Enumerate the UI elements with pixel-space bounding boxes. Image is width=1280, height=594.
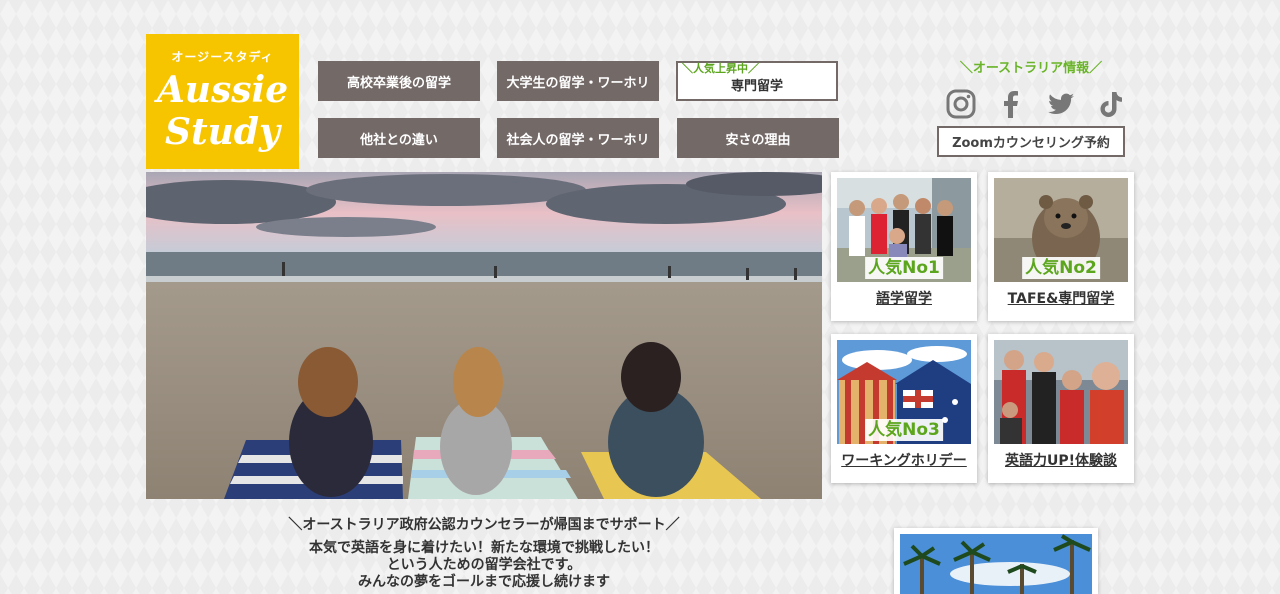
- card-title: 語学留学: [876, 291, 932, 307]
- intro-text: 本気で英語を身に着けたい！新たな環境で挑戦したい！ という人ための留学会社です。…: [146, 540, 822, 591]
- nav-label: 高校卒業後の留学: [346, 75, 451, 91]
- intro-line: みんなの夢をゴールまで応援し続けます: [358, 574, 610, 590]
- site-logo[interactable]: オージースタディ Aussie Study: [146, 34, 299, 169]
- nav-difference[interactable]: 他社との違い: [318, 118, 480, 158]
- card-working-holiday[interactable]: 人気No3 ワーキングホリデー: [831, 334, 977, 483]
- nav-label: 安さの理由: [725, 132, 791, 148]
- nav-university-student[interactable]: 大学生の留学・ワーホリ: [497, 61, 659, 101]
- card-title: ワーキングホリデー: [841, 453, 967, 469]
- bottom-banner-card[interactable]: [894, 528, 1098, 594]
- logo-word-study: Study: [165, 111, 280, 153]
- hero-beach-image: [146, 172, 822, 499]
- intro-line: という人ための留学会社です。: [386, 557, 582, 573]
- facebook-icon[interactable]: [996, 89, 1026, 119]
- card-thumb-quokka: 人気No2: [994, 178, 1128, 282]
- nav-label: 社会人の留学・ワーホリ: [506, 132, 650, 148]
- card-rank-badge: 人気No3: [865, 419, 943, 441]
- card-language-study[interactable]: 人気No1 語学留学: [831, 172, 977, 321]
- nav-trending-tag: ＼人気上昇中／: [682, 62, 759, 75]
- card-title: TAFE&専門留学: [1007, 291, 1115, 307]
- nav-label: 専門留学: [730, 78, 783, 94]
- tiktok-icon[interactable]: [1096, 89, 1126, 119]
- australia-info-link[interactable]: ＼オーストラリア情報／: [946, 57, 1116, 76]
- card-thumb-friends-selfie: [994, 340, 1128, 444]
- nav-high-school-grad[interactable]: 高校卒業後の留学: [318, 61, 480, 101]
- banner-palm-trees-image: [900, 534, 1092, 594]
- nav-cheap-reason[interactable]: 安さの理由: [677, 118, 839, 158]
- nav-working-adult[interactable]: 社会人の留学・ワーホリ: [497, 118, 659, 158]
- tagline: ＼オーストラリア政府公認カウンセラーが帰国までサポート／: [288, 517, 680, 533]
- nav-label: 大学生の留学・ワーホリ: [506, 75, 650, 91]
- card-thumb-beach-huts: 人気No3: [837, 340, 971, 444]
- logo-kana: オージースタディ: [171, 50, 274, 64]
- intro-line: 本気で英語を身に着けたい！新たな環境で挑戦したい！: [309, 540, 659, 556]
- card-english-testimonials[interactable]: 英語力UP!体験談: [988, 334, 1134, 483]
- card-rank-badge: 人気No1: [865, 257, 943, 279]
- card-tafe-vocational[interactable]: 人気No2 TAFE&専門留学: [988, 172, 1134, 321]
- nav-label: 他社との違い: [360, 132, 438, 148]
- logo-word-aussie: Aussie: [156, 69, 289, 111]
- twitter-icon[interactable]: [1046, 89, 1076, 119]
- card-rank-badge: 人気No2: [1022, 257, 1100, 279]
- card-thumb-group-photo: 人気No1: [837, 178, 971, 282]
- instagram-icon[interactable]: [946, 89, 976, 119]
- nav-vocational-study[interactable]: ＼人気上昇中／ 専門留学: [676, 61, 838, 101]
- card-title: 英語力UP!体験談: [1004, 453, 1117, 469]
- zoom-counseling-button[interactable]: Zoomカウンセリング予約: [937, 126, 1125, 157]
